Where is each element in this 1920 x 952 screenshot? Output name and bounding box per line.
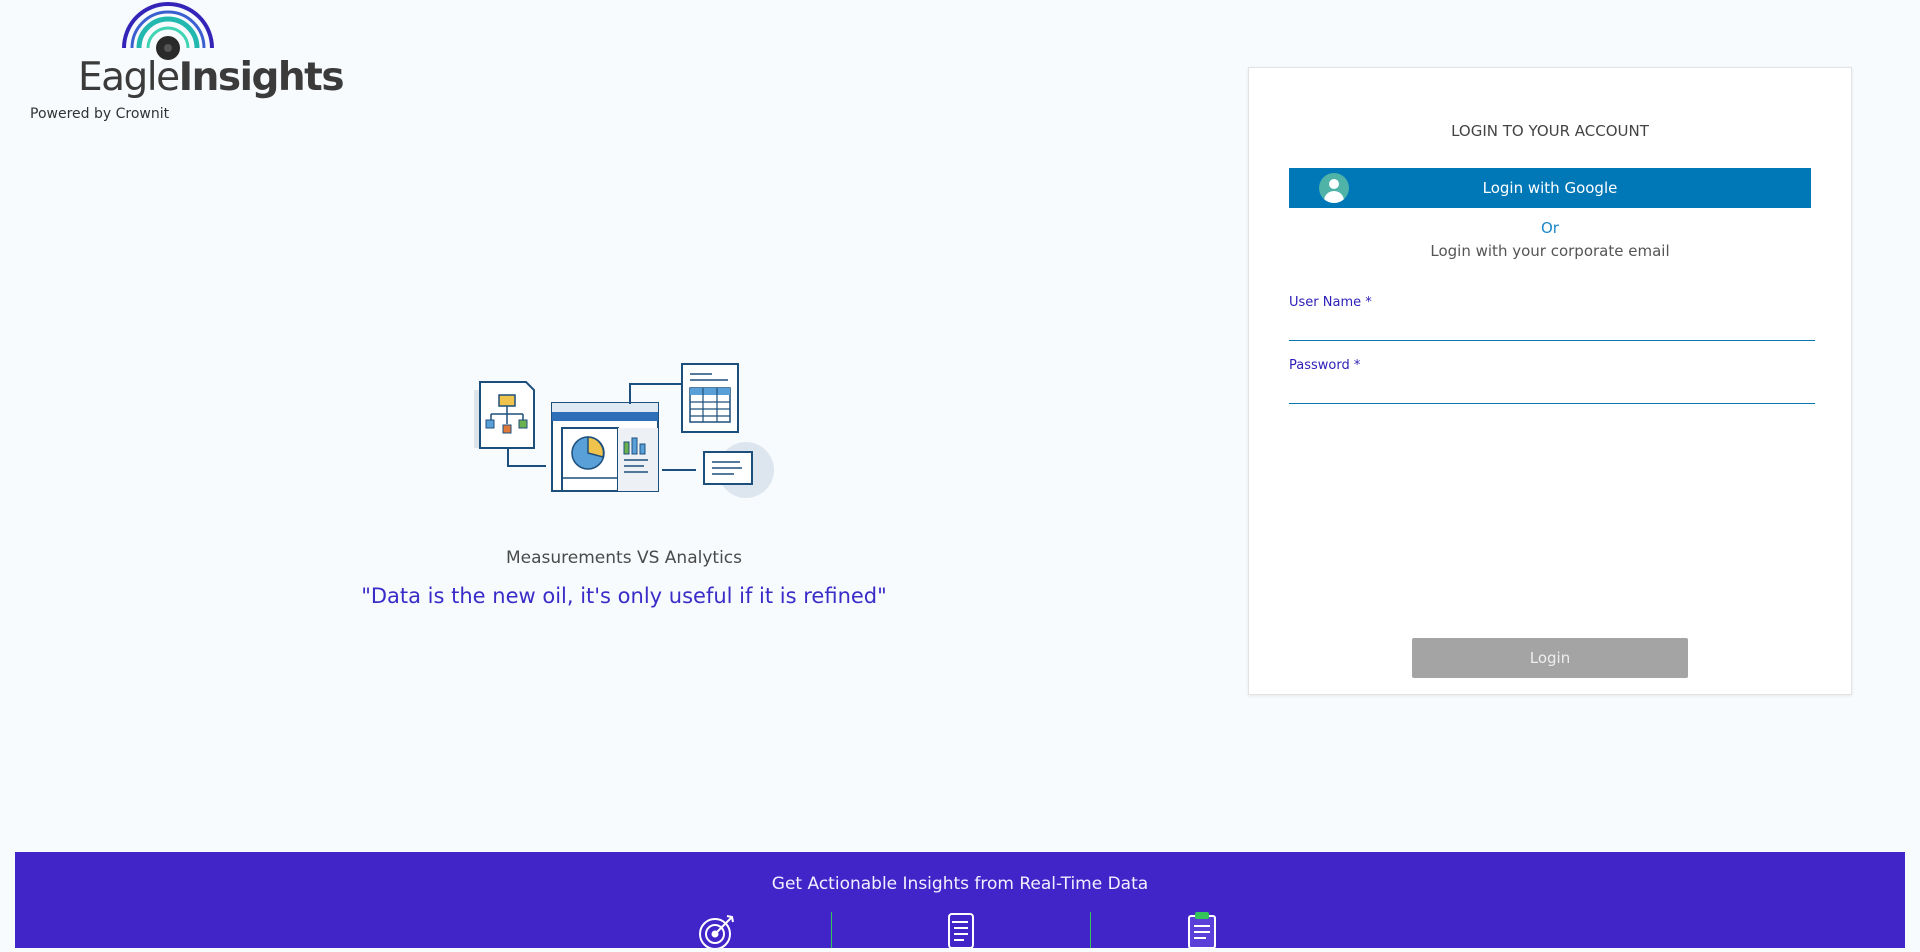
username-field[interactable] — [1289, 314, 1815, 341]
analytics-illustration — [472, 358, 778, 504]
hero-tagline: Measurements VS Analytics — [506, 548, 742, 568]
target-icon — [697, 912, 737, 950]
login-title: LOGIN TO YOUR ACCOUNT — [1451, 122, 1649, 140]
eagle-insights-logo: EagleInsights — [78, 2, 345, 102]
clipboard-icon — [1181, 912, 1221, 949]
password-label: Password * — [1289, 358, 1361, 373]
footer-divider — [1090, 912, 1091, 948]
username-label: User Name * — [1289, 295, 1372, 310]
footer-title: Get Actionable Insights from Real-Time D… — [771, 874, 1149, 894]
footer-divider — [831, 912, 832, 948]
eye-arc-icon — [122, 2, 214, 60]
footer-banner: Get Actionable Insights from Real-Time D… — [15, 852, 1905, 950]
password-field[interactable] — [1289, 377, 1815, 404]
logo-wordmark: EagleInsights — [78, 55, 345, 100]
corporate-email-text: Login with your corporate email — [1430, 242, 1670, 260]
hero-quote: "Data is the new oil, it's only useful i… — [361, 584, 887, 608]
or-separator: Or — [1541, 219, 1559, 237]
user-avatar-icon — [1319, 173, 1349, 203]
google-button-label: Login with Google — [1482, 179, 1618, 197]
powered-by-text: Powered by Crownit — [30, 106, 170, 122]
login-button[interactable]: Login — [1412, 638, 1688, 678]
document-list-icon — [941, 912, 981, 949]
logo-word-bold: Insights — [178, 55, 345, 100]
logo-word-regular: Eagle — [78, 55, 180, 100]
login-card: LOGIN TO YOUR ACCOUNT Login with Google … — [1248, 67, 1852, 695]
login-with-google-button[interactable]: Login with Google — [1289, 168, 1811, 208]
